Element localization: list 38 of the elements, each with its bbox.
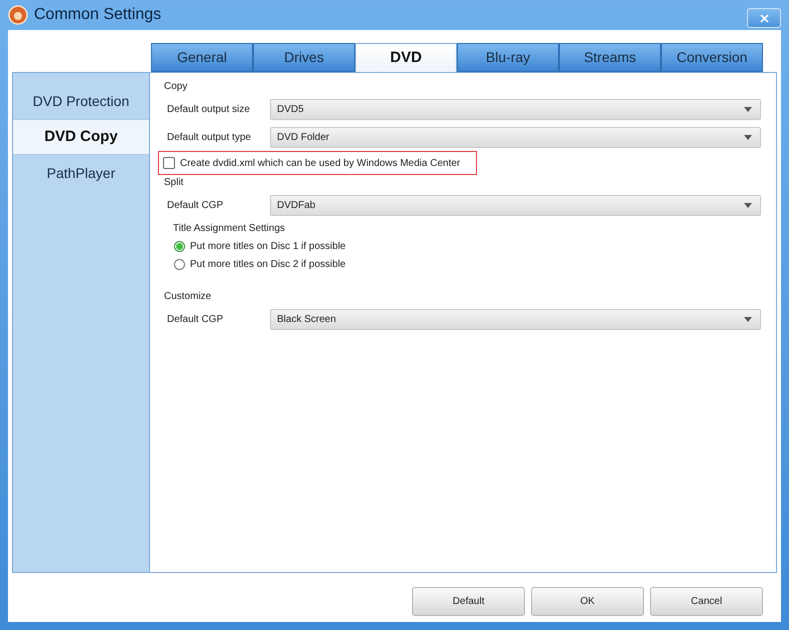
- tab[interactable]: Drives: [253, 43, 355, 72]
- sidebar-item[interactable]: PathPlayer: [13, 155, 149, 191]
- dropdown[interactable]: DVDFab: [270, 194, 761, 216]
- field-label: Default CGP: [167, 198, 224, 212]
- section-heading: Customize: [164, 290, 212, 304]
- section-heading: Copy: [164, 80, 188, 94]
- checkbox-option[interactable]: Create dvdid.xml which can be used by Windows Media Center: [158, 151, 478, 175]
- dropdown[interactable]: DVD5: [270, 98, 761, 120]
- tab[interactable]: DVD: [355, 43, 457, 72]
- checkbox[interactable]: [163, 157, 175, 169]
- close-button[interactable]: [747, 8, 781, 28]
- radio-option[interactable]: Put more titles on Disc 1 if possible: [164, 237, 346, 255]
- dialog-button[interactable]: OK: [531, 587, 644, 616]
- close-icon: [760, 14, 768, 22]
- dialog-button[interactable]: Default: [412, 587, 525, 616]
- field-label: Default output size: [167, 102, 251, 116]
- tab[interactable]: Blu-ray: [457, 43, 559, 72]
- group-label: Title Assignment Settings: [172, 222, 286, 236]
- caret-icon: [744, 134, 752, 140]
- sidebar-item[interactable]: DVD Protection: [13, 83, 149, 119]
- radio-button[interactable]: [174, 258, 185, 270]
- section-heading: Split: [164, 176, 184, 190]
- caret-icon: [744, 316, 752, 322]
- sidebar-item[interactable]: DVD Copy: [13, 119, 149, 155]
- app-icon: [8, 5, 28, 25]
- dropdown[interactable]: DVD Folder: [270, 126, 761, 148]
- radio-button[interactable]: [174, 240, 185, 252]
- tab[interactable]: Conversion: [661, 43, 763, 72]
- caret-icon: [744, 202, 752, 208]
- caret-icon: [744, 106, 752, 112]
- window-title: Common Settings: [34, 5, 162, 25]
- radio-option[interactable]: Put more titles on Disc 2 if possible: [164, 255, 346, 273]
- tab[interactable]: General: [151, 43, 253, 72]
- field-label: Default CGP: [167, 312, 224, 326]
- dialog-button[interactable]: Cancel: [650, 587, 763, 616]
- dropdown[interactable]: Black Screen: [270, 308, 761, 330]
- field-label: Default output type: [167, 130, 252, 144]
- tab[interactable]: Streams: [559, 43, 661, 72]
